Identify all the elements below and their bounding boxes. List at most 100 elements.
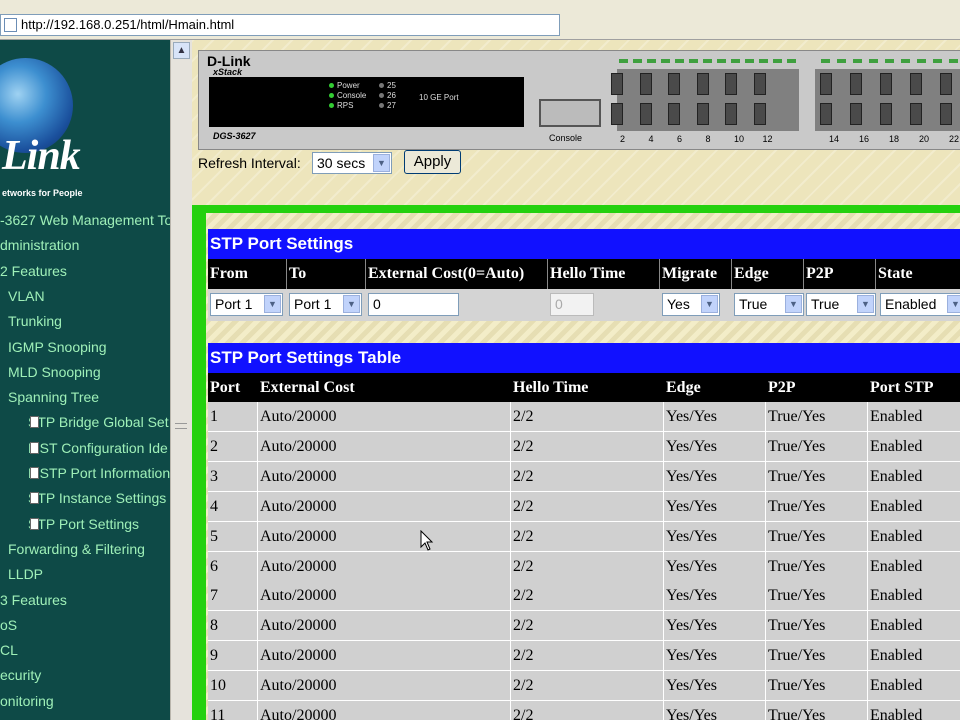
sidebar-item[interactable]: dministration <box>0 233 79 257</box>
ethernet-port[interactable] <box>696 73 709 95</box>
ethernet-port[interactable] <box>611 73 623 95</box>
frame-splitter-grip[interactable] <box>175 423 187 429</box>
led-rps-label: RPS <box>337 101 354 110</box>
sidebar-item[interactable]: Forwarding & Filtering <box>8 537 145 561</box>
state-select[interactable]: Enabled ▼ <box>880 293 960 316</box>
cell-hello-time: 2/2 <box>511 611 664 641</box>
ethernet-port[interactable] <box>880 103 892 125</box>
sidebar-item[interactable]: STP Port Settings <box>28 512 139 536</box>
ethernet-port[interactable] <box>940 73 952 95</box>
apply-button[interactable]: Apply <box>404 150 461 174</box>
from-port-select[interactable]: Port 1 ▼ <box>210 293 283 316</box>
ethernet-port[interactable] <box>639 103 652 125</box>
edge-value: True <box>739 296 768 312</box>
chevron-down-icon[interactable]: ▼ <box>373 154 390 172</box>
cell-p2p: True/Yes <box>766 402 868 431</box>
ethernet-port[interactable] <box>850 103 862 125</box>
ethernet-port[interactable] <box>611 103 623 125</box>
ethernet-port[interactable] <box>753 103 766 125</box>
sidebar-item[interactable]: onitoring <box>0 689 54 713</box>
ethernet-port[interactable] <box>850 73 862 95</box>
ethernet-port[interactable] <box>910 103 922 125</box>
page-icon <box>4 18 17 32</box>
led-labels: Power Console RPS <box>329 81 366 111</box>
console-port[interactable] <box>539 99 601 127</box>
table-header-row: Port External Cost Hello Time Edge P2P P… <box>208 373 960 402</box>
cell-edge: Yes/Yes <box>664 491 766 521</box>
ethernet-port[interactable] <box>639 73 652 95</box>
device-model: DGS-3627 <box>213 131 256 141</box>
sidebar-item-label: 3 Features <box>0 591 67 608</box>
scroll-up-arrow-icon[interactable]: ▲ <box>173 42 190 59</box>
sidebar-item[interactable]: MSTP Port Information <box>28 461 170 485</box>
port-number-label: 2 <box>620 134 626 144</box>
col-port-stp: Port STP <box>870 379 934 396</box>
sidebar-item[interactable]: 3 Features <box>0 588 67 612</box>
sidebar-item[interactable]: CL <box>0 638 18 662</box>
cell-hello-time: 2/2 <box>511 402 664 431</box>
chevron-down-icon[interactable]: ▼ <box>701 295 718 313</box>
state-value: Enabled <box>885 296 937 312</box>
cell-edge: Yes/Yes <box>664 551 766 581</box>
ethernet-port[interactable] <box>940 103 952 125</box>
chevron-down-icon[interactable]: ▼ <box>785 295 802 313</box>
sidebar-item[interactable]: Spanning Tree <box>8 385 99 409</box>
sidebar-item[interactable]: IGMP Snooping <box>8 335 107 359</box>
col-edge: Edge <box>666 379 701 396</box>
cell-p2p: True/Yes <box>766 491 868 521</box>
col-hello-time: Hello Time <box>513 379 589 396</box>
document-icon <box>30 492 39 505</box>
ethernet-port[interactable] <box>880 73 892 95</box>
sidebar-item-label: MST Configuration Ide <box>28 439 168 456</box>
sidebar-item[interactable]: STP Instance Settings <box>28 486 166 510</box>
ethernet-port[interactable] <box>668 103 680 125</box>
cell-edge: Yes/Yes <box>664 581 766 611</box>
cell-hello-time: 2/2 <box>511 551 664 581</box>
cell-external-cost: Auto/20000 <box>258 551 511 581</box>
cell-edge: Yes/Yes <box>664 671 766 701</box>
address-bar[interactable]: http://192.168.0.251/html/Hmain.html <box>0 14 560 36</box>
ethernet-port[interactable] <box>820 73 832 95</box>
refresh-interval-select[interactable]: 30 secs ▼ <box>312 152 392 174</box>
sidebar-item[interactable]: 2 Features <box>0 259 67 283</box>
external-cost-input[interactable]: 0 <box>368 293 459 316</box>
address-url[interactable]: http://192.168.0.251/html/Hmain.html <box>21 17 234 32</box>
cell-port: 5 <box>208 521 258 551</box>
cell-port: 11 <box>208 701 258 720</box>
ethernet-port[interactable] <box>696 103 709 125</box>
sidebar-item[interactable]: LLDP <box>8 562 43 586</box>
sidebar-item[interactable]: Trunking <box>8 309 62 333</box>
left-frame-scrollbar[interactable]: ▲ <box>170 40 192 720</box>
p2p-select[interactable]: True ▼ <box>806 293 876 316</box>
chevron-down-icon[interactable]: ▼ <box>857 295 874 313</box>
ethernet-port[interactable] <box>820 103 832 125</box>
sidebar-item[interactable]: VLAN <box>8 284 45 308</box>
ethernet-port[interactable] <box>725 73 737 95</box>
sidebar-item[interactable]: oS <box>0 613 17 637</box>
edge-select[interactable]: True ▼ <box>734 293 804 316</box>
main-frame-border: STP Port Settings From To External Cost(… <box>192 205 960 720</box>
ethernet-port[interactable] <box>668 73 680 95</box>
chevron-down-icon[interactable]: ▼ <box>947 295 960 313</box>
sidebar-item[interactable]: STP Bridge Global Set <box>28 410 169 434</box>
device-panel-frame: D-Link xStack Power Console RPS 25 26 27… <box>192 40 960 205</box>
cell-external-cost: Auto/20000 <box>258 671 511 701</box>
ethernet-port[interactable] <box>725 103 737 125</box>
sidebar-item[interactable]: MLD Snooping <box>8 360 101 384</box>
to-port-select[interactable]: Port 1 ▼ <box>289 293 362 316</box>
chevron-down-icon[interactable]: ▼ <box>343 295 360 313</box>
sidebar-item[interactable]: ecurity <box>0 663 41 687</box>
sidebar-item[interactable]: -3627 Web Management To <box>0 208 170 232</box>
table-row: 8 Auto/20000 2/2 Yes/Yes True/Yes Enabled <box>208 611 960 642</box>
port-led <box>773 59 782 63</box>
migrate-select[interactable]: Yes ▼ <box>662 293 720 316</box>
ethernet-port[interactable] <box>753 73 766 95</box>
logo-text: Link <box>2 133 81 179</box>
sidebar-item-label: MLD Snooping <box>8 363 101 380</box>
ethernet-port[interactable] <box>910 73 922 95</box>
chevron-down-icon[interactable]: ▼ <box>264 295 281 313</box>
cell-edge: Yes/Yes <box>664 701 766 720</box>
stp-port-settings-table-title: STP Port Settings Table <box>208 343 960 373</box>
sidebar-item[interactable]: MST Configuration Ide <box>28 436 168 460</box>
cell-hello-time: 2/2 <box>511 491 664 521</box>
